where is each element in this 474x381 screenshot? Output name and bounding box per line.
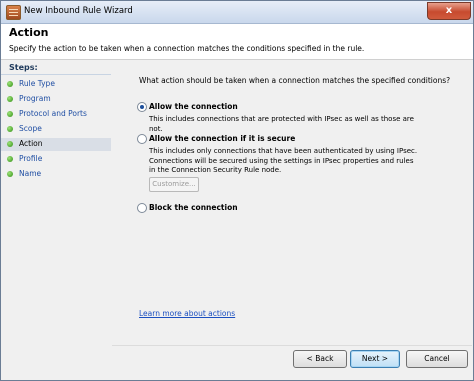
step-protocol-and-ports[interactable]: Protocol and Ports	[1, 108, 111, 121]
step-label: Name	[19, 169, 42, 178]
footer-divider	[112, 345, 472, 346]
learn-more-link[interactable]: Learn more about actions	[139, 309, 235, 318]
action-question: What action should be taken when a conne…	[139, 76, 451, 85]
allow-option-description: This includes connections that are prote…	[149, 115, 414, 133]
allow-option-label[interactable]: Allow the connection	[149, 102, 238, 111]
step-complete-icon	[7, 126, 13, 132]
step-label: Profile	[19, 154, 43, 163]
wizard-header: Action Specify the action to be taken wh…	[1, 24, 473, 60]
step-program[interactable]: Program	[1, 93, 111, 106]
step-scope[interactable]: Scope	[1, 123, 111, 136]
step-name[interactable]: Name	[1, 168, 111, 181]
block-radio[interactable]	[137, 203, 147, 213]
window-title: New Inbound Rule Wizard	[24, 6, 133, 16]
block-option-label[interactable]: Block the connection	[149, 203, 238, 212]
step-label: Action	[19, 139, 43, 148]
step-profile[interactable]: Profile	[1, 153, 111, 166]
wizard-window: New Inbound Rule Wizard x Action Specify…	[0, 0, 474, 381]
step-complete-icon	[7, 81, 13, 87]
back-button[interactable]: < Back	[293, 350, 347, 368]
step-complete-icon	[7, 111, 13, 117]
step-complete-icon	[7, 96, 13, 102]
step-label: Protocol and Ports	[19, 109, 87, 118]
step-rule-type[interactable]: Rule Type	[1, 78, 111, 91]
cancel-button[interactable]: Cancel	[406, 350, 468, 368]
allow-radio[interactable]	[137, 102, 147, 112]
firewall-app-icon	[6, 5, 21, 20]
next-button[interactable]: Next >	[350, 350, 400, 368]
title-bar[interactable]: New Inbound Rule Wizard x	[1, 1, 473, 24]
steps-divider	[1, 74, 111, 75]
step-label: Program	[19, 94, 51, 103]
close-button[interactable]: x	[427, 2, 471, 20]
steps-pane: Steps: Rule Type Program Protocol and Po…	[1, 60, 111, 380]
customize-button[interactable]: Customize...	[149, 177, 199, 192]
step-label: Scope	[19, 124, 42, 133]
step-label: Rule Type	[19, 79, 55, 88]
step-pending-icon	[7, 156, 13, 162]
page-description: Specify the action to be taken when a co…	[9, 44, 365, 53]
steps-title: Steps:	[9, 63, 38, 72]
allow-secure-radio[interactable]	[137, 134, 147, 144]
step-pending-icon	[7, 171, 13, 177]
step-action[interactable]: Action	[1, 138, 111, 151]
step-current-icon	[7, 141, 13, 147]
allow-secure-option-description: This includes only connections that have…	[149, 147, 418, 174]
page-title: Action	[9, 26, 49, 39]
allow-secure-option-label[interactable]: Allow the connection if it is secure	[149, 134, 295, 143]
action-content: What action should be taken when a conne…	[112, 60, 472, 345]
